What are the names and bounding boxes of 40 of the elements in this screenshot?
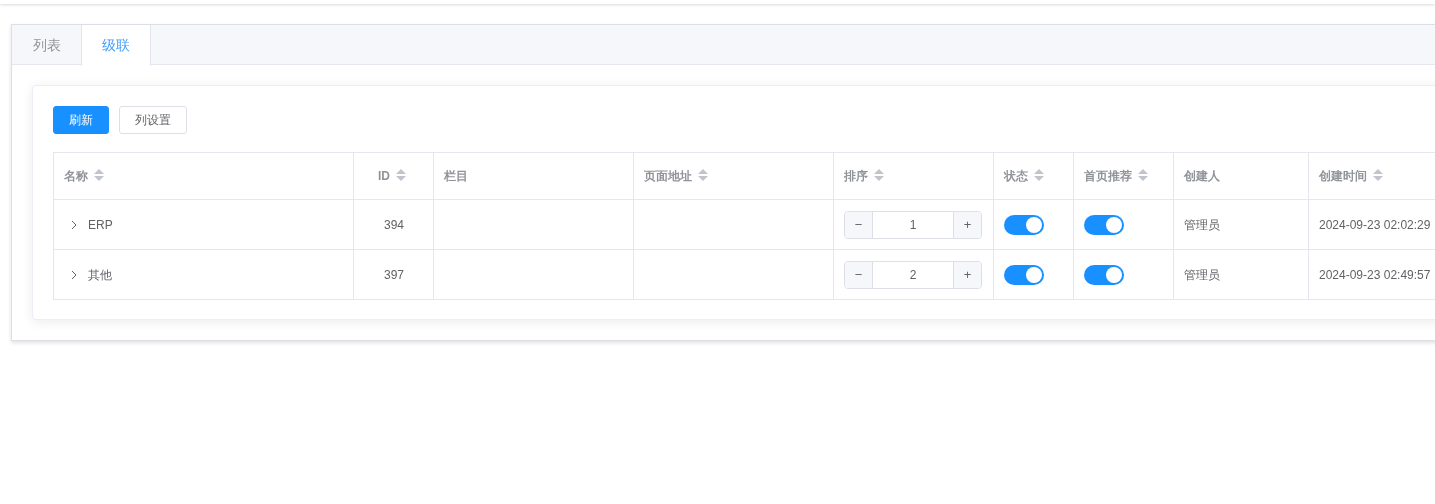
number-input[interactable]: 2: [873, 261, 953, 288]
created-time-text: 2024-09-23 02:49:57: [1319, 267, 1431, 282]
sort-icon[interactable]: [874, 169, 884, 181]
created-time-text: 2024-09-23 02:02:29: [1319, 217, 1431, 232]
number-input[interactable]: 1: [873, 211, 953, 238]
toggle-switch[interactable]: [1004, 264, 1044, 285]
column-header: 栏目: [444, 169, 468, 183]
column-header: 首页推荐: [1084, 169, 1132, 183]
name-text: ERP: [88, 217, 113, 232]
creator-text: 管理员: [1184, 267, 1220, 282]
increment-button[interactable]: +: [953, 211, 981, 238]
sort-icon[interactable]: [1034, 169, 1044, 181]
expand-icon[interactable]: [70, 220, 78, 231]
column-header: 状态: [1004, 169, 1028, 183]
column-header: 名称: [64, 169, 88, 183]
creator-text: 管理员: [1184, 217, 1220, 232]
decrement-button[interactable]: −: [845, 261, 873, 288]
increment-button[interactable]: +: [953, 261, 981, 288]
sort-icon[interactable]: [94, 169, 104, 181]
column-header: 排序: [844, 169, 868, 183]
number-stepper[interactable]: − 2 +: [844, 260, 982, 289]
id-text: 394: [383, 217, 404, 232]
column-header: 页面地址: [644, 169, 692, 183]
decrement-button[interactable]: −: [845, 211, 873, 238]
sort-icon[interactable]: [698, 169, 708, 181]
column-header: 创建时间: [1319, 169, 1367, 183]
expand-icon[interactable]: [70, 270, 78, 281]
toggle-switch[interactable]: [1084, 214, 1124, 235]
column-header: ID: [378, 169, 390, 183]
column-settings-button[interactable]: 列设置: [119, 106, 187, 134]
sort-icon[interactable]: [396, 169, 406, 181]
name-text: 其他: [88, 267, 112, 282]
sort-icon[interactable]: [1138, 169, 1148, 181]
number-stepper[interactable]: − 1 +: [844, 210, 982, 239]
id-text: 397: [383, 267, 404, 282]
refresh-button[interactable]: 刷新: [53, 106, 109, 134]
sort-icon[interactable]: [1373, 169, 1383, 181]
toggle-switch[interactable]: [1004, 214, 1044, 235]
toggle-switch[interactable]: [1084, 264, 1124, 285]
column-header: 创建人: [1184, 169, 1220, 183]
